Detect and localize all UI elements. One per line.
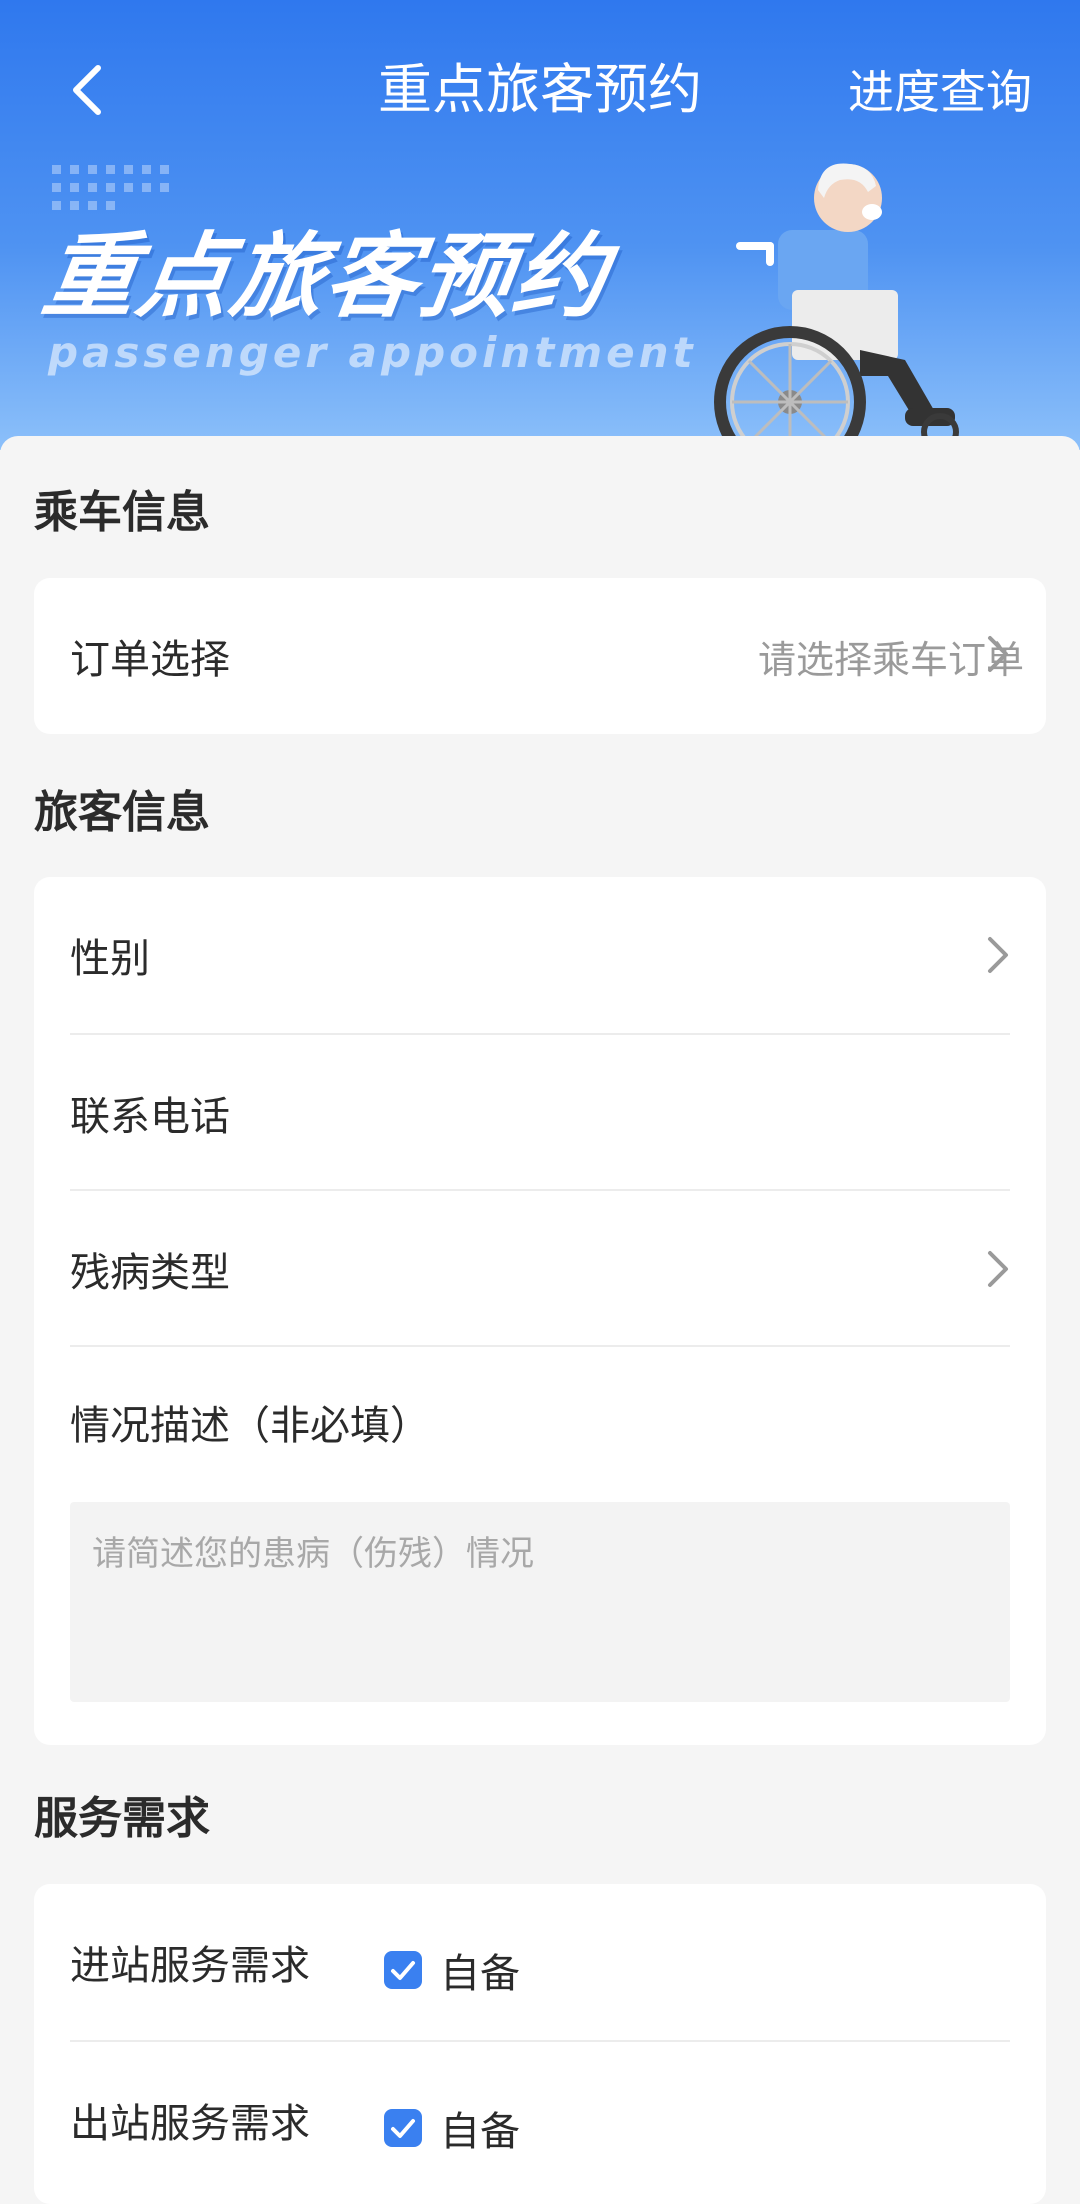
exit-service-label: 出站服务需求: [70, 2101, 310, 2147]
disability-type-row[interactable]: 残病类型: [70, 1191, 1046, 1347]
chevron-right-icon: [988, 937, 1008, 973]
checkbox-checked-icon: [384, 1951, 422, 1989]
order-select-row[interactable]: 订单选择 请选择乘车订单: [70, 578, 1046, 734]
checkbox-checked-icon: [384, 2109, 422, 2147]
gender-label: 性别: [70, 936, 150, 982]
entry-service-checkbox[interactable]: 自备: [384, 1941, 520, 1999]
section-title-passenger-info: 旅客信息: [34, 787, 210, 838]
service-card: 进站服务需求 自备 出站服务需求 自备: [34, 1884, 1046, 2204]
form-content: 乘车信息 订单选择 请选择乘车订单 旅客信息 性别 联系电话 残病类型 情况描述…: [0, 436, 1080, 2204]
phone-label: 联系电话: [70, 1094, 230, 1140]
order-select-placeholder: 请选择乘车订单: [757, 637, 1024, 682]
description-label: 情况描述（非必填）: [70, 1403, 430, 1449]
ride-info-card: 订单选择 请选择乘车订单: [34, 578, 1046, 734]
gender-row[interactable]: 性别: [70, 877, 1046, 1033]
description-placeholder: 请简述您的患病（伤残）情况: [92, 1534, 534, 1574]
navbar: 重点旅客预约 进度查询: [0, 40, 1080, 140]
entry-service-label: 进站服务需求: [70, 1943, 310, 1989]
entry-service-option: 自备: [440, 1951, 520, 1997]
phone-row[interactable]: 联系电话: [70, 1035, 1046, 1191]
decorative-dots: [52, 165, 169, 210]
wheelchair-passenger-illustration: [714, 163, 959, 450]
exit-service-option: 自备: [440, 2109, 520, 2155]
entry-service-row: 进站服务需求: [70, 1884, 1046, 2040]
section-title-service: 服务需求: [34, 1793, 210, 1844]
chevron-right-icon: [988, 1251, 1008, 1287]
header-banner: 重点旅客预约 进度查询 重点旅客预约 passenger appointment: [0, 0, 1080, 450]
progress-query-link[interactable]: 进度查询: [848, 60, 1032, 124]
chevron-right-icon: [988, 636, 1008, 672]
order-select-label: 订单选择: [70, 637, 230, 683]
exit-service-row: 出站服务需求: [70, 2042, 1046, 2198]
passenger-info-card: 性别 联系电话 残病类型 情况描述（非必填） 请简述您的患病（伤残）情况: [34, 877, 1046, 1745]
section-title-ride-info: 乘车信息: [34, 487, 210, 538]
description-textarea[interactable]: 请简述您的患病（伤残）情况: [70, 1502, 1010, 1702]
banner-title: 重点旅客预约: [36, 223, 616, 330]
exit-service-checkbox[interactable]: 自备: [384, 2099, 520, 2157]
disability-type-label: 残病类型: [70, 1250, 230, 1296]
description-row: 情况描述（非必填）: [70, 1347, 1046, 1497]
banner-subtitle: passenger appointment: [48, 328, 697, 377]
